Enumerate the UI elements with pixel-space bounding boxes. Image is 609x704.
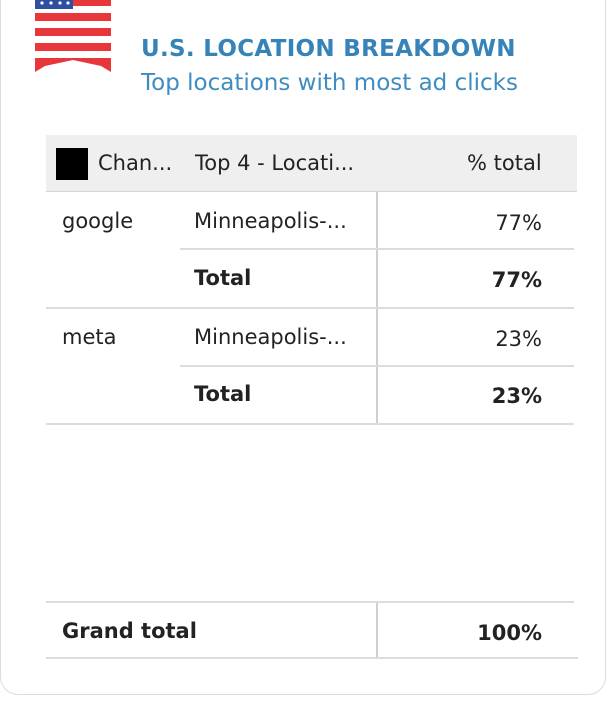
us-flag-ribbon-icon <box>35 0 111 72</box>
row-divider <box>180 365 574 367</box>
column-divider <box>376 602 378 659</box>
subtotal-value: 77% <box>491 268 542 292</box>
grand-total-value: 100% <box>477 621 542 645</box>
grand-total-top-border <box>46 601 574 603</box>
group-divider <box>46 307 574 309</box>
cell-percent: 23% <box>495 327 542 351</box>
grand-total-label: Grand total <box>62 619 197 643</box>
grand-total-bottom-border <box>46 657 578 659</box>
cell-percent: 77% <box>495 211 542 235</box>
cell-channel-meta: meta <box>62 325 117 349</box>
card-subtitle: Top locations with most ad clicks <box>141 70 518 96</box>
cell-location: Minneapolis-... <box>194 209 347 233</box>
cell-location: Minneapolis-... <box>194 325 347 349</box>
column-header-location[interactable]: Top 4 - Locati... <box>195 151 354 175</box>
subtotal-value: 23% <box>491 384 542 408</box>
group-divider <box>46 423 574 425</box>
column-header-channel[interactable]: Chan... <box>98 151 172 175</box>
subtotal-label: Total <box>194 382 252 406</box>
color-swatch-icon <box>56 148 88 180</box>
subtotal-label: Total <box>194 266 252 290</box>
card-title: U.S. LOCATION BREAKDOWN <box>141 36 516 62</box>
row-divider <box>180 248 574 250</box>
column-header-percent[interactable]: % total <box>467 151 542 175</box>
cell-channel-google: google <box>62 209 134 233</box>
table-header: Chan... Top 4 - Locati... % total <box>46 135 577 192</box>
